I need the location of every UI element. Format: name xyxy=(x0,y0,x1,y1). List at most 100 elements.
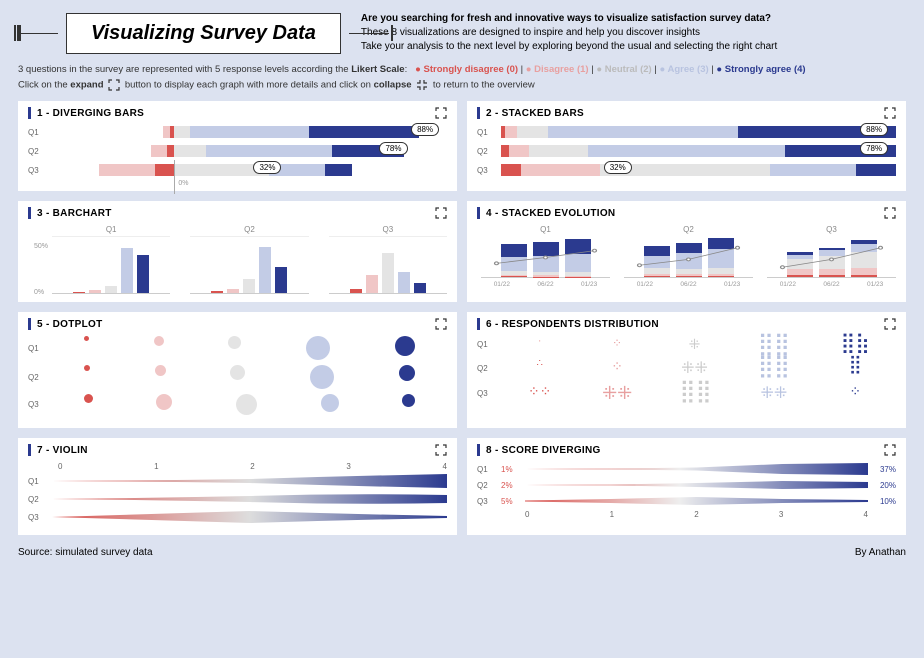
page-title: Visualizing Survey Data xyxy=(91,22,316,44)
legend-strongly-agree: ● Strongly agree (4) xyxy=(716,64,805,75)
expand-icon[interactable] xyxy=(435,318,447,330)
q-label: Q3 xyxy=(477,389,501,398)
info2-mid: button to display each graph with more d… xyxy=(125,80,374,91)
card-dotplot: 5 - DOTPLOT Q1 Q2 Q3 xyxy=(18,312,457,428)
left-pct: 2% xyxy=(501,481,525,490)
q-label: Q2 xyxy=(477,481,501,490)
y-tick: 50% xyxy=(34,243,48,250)
x-tick: 3 xyxy=(779,510,783,519)
info1-pre: 3 questions in the survey are represente… xyxy=(18,64,351,75)
card-title: 3 - BARCHART xyxy=(37,208,112,219)
card-stacked-evolution: 4 - STACKED EVOLUTION Q1 01/22 06/22 01/23… xyxy=(467,201,906,302)
right-pct: 10% xyxy=(868,497,896,506)
source-label: Source: simulated survey data xyxy=(18,547,153,558)
x-tick: 06/22 xyxy=(680,281,696,288)
q-label: Q1 xyxy=(477,340,501,349)
card-title: 5 - DOTPLOT xyxy=(37,319,103,330)
x-tick: 2 xyxy=(694,510,698,519)
likert-legend: ● Strongly disagree (0) | ● Disagree (1)… xyxy=(415,64,805,75)
q-label: Q3 xyxy=(28,400,52,409)
x-tick: 01/23 xyxy=(724,281,740,288)
expand-icon[interactable] xyxy=(435,444,447,456)
group-label: Q1 xyxy=(481,225,610,234)
card-title: 4 - STACKED EVOLUTION xyxy=(486,208,615,219)
group-label: Q1 xyxy=(52,225,170,234)
author-label: By Anathan xyxy=(855,547,906,558)
card-respondents-distribution: 6 - RESPONDENTS DISTRIBUTION Q1 ∙ ⁘ ⁜ ⣿⣿… xyxy=(467,312,906,428)
card-title: 6 - RESPONDENTS DISTRIBUTION xyxy=(486,319,659,330)
card-title: 2 - STACKED BARS xyxy=(486,108,584,119)
x-tick: 2 xyxy=(250,462,254,471)
x-tick: 1 xyxy=(154,462,158,471)
info2-pre: Click on the xyxy=(18,80,70,91)
expand-info: Click on the expand button to display ea… xyxy=(0,77,924,93)
likert-scale-label: Likert Scale xyxy=(351,64,404,75)
expand-icon[interactable] xyxy=(884,207,896,219)
x-tick: 06/22 xyxy=(823,281,839,288)
q-label: Q1 xyxy=(28,477,52,486)
x-tick: 1 xyxy=(610,510,614,519)
expand-icon xyxy=(108,79,120,91)
left-pct: 5% xyxy=(501,497,525,506)
stacked-evolution-chart: Q1 01/22 06/22 01/23 Q2 01/22 06/22 01/23 xyxy=(477,225,896,288)
q-label: Q2 xyxy=(28,147,52,156)
pct-badge: 78% xyxy=(860,142,888,155)
x-tick: 01/23 xyxy=(581,281,597,288)
zero-label: 0% xyxy=(178,180,188,187)
q-label: Q3 xyxy=(28,513,52,522)
card-score-diverging: 8 - SCORE DIVERGING Q11% 37% Q22% 20% Q3… xyxy=(467,438,906,535)
collapse-icon xyxy=(416,79,428,91)
x-tick: 01/22 xyxy=(780,281,796,288)
pct-badge: 78% xyxy=(379,142,407,155)
q-label: Q2 xyxy=(477,364,501,373)
subtitle-line2: Take your analysis to the next level by … xyxy=(361,41,777,52)
q-label: Q2 xyxy=(28,495,52,504)
respondents-chart: Q1 ∙ ⁘ ⁜ ⣿⣿ ⣿⣷ Q2 ∴ ⁘ ⁜⁜ ⣿⣿ ⣿ Q3 ⁘⁘ ⁜⁜ ⣿… xyxy=(477,336,896,404)
q-label: Q1 xyxy=(28,128,52,137)
group-label: Q2 xyxy=(624,225,753,234)
dotplot-chart: Q1 Q2 Q3 xyxy=(28,336,447,415)
score-diverging-chart: Q11% 37% Q22% 20% Q35% 10% 01234 xyxy=(477,462,896,519)
info2-post: to return to the overview xyxy=(433,80,535,91)
q-label: Q3 xyxy=(477,166,501,175)
pct-badge: 32% xyxy=(604,161,632,174)
group-label: Q2 xyxy=(190,225,308,234)
expand-icon[interactable] xyxy=(884,318,896,330)
legend-agree: ● Agree (3) xyxy=(659,64,708,75)
card-diverging-bars: 1 - DIVERGING BARS Q1 88% Q2 78% Q3 3 xyxy=(18,101,457,191)
q-label: Q3 xyxy=(28,166,52,175)
x-tick: 4 xyxy=(864,510,868,519)
expand-icon[interactable] xyxy=(435,107,447,119)
expand-icon[interactable] xyxy=(435,207,447,219)
x-tick: 06/22 xyxy=(537,281,553,288)
stacked-bars-chart: Q1 88% Q2 78% Q3 32% xyxy=(477,126,896,176)
card-stacked-bars: 2 - STACKED BARS Q1 88% Q2 78% Q3 32% xyxy=(467,101,906,191)
x-tick: 3 xyxy=(346,462,350,471)
q-label: Q3 xyxy=(477,497,501,506)
right-pct: 20% xyxy=(868,481,896,490)
q-label: Q1 xyxy=(28,344,52,353)
diverging-bars-chart: Q1 88% Q2 78% Q3 32% 0% xyxy=(28,126,447,176)
x-tick: 01/22 xyxy=(637,281,653,288)
legend-strongly-disagree: ● Strongly disagree (0) xyxy=(415,64,518,75)
title-box: Visualizing Survey Data xyxy=(66,13,341,54)
subtitle-bold: Are you searching for fresh and innovati… xyxy=(361,13,771,24)
expand-icon[interactable] xyxy=(884,444,896,456)
expand-label: expand xyxy=(70,80,103,91)
expand-icon[interactable] xyxy=(884,107,896,119)
q-label: Q2 xyxy=(28,373,52,382)
pct-badge: 32% xyxy=(253,161,281,174)
barchart-chart: 50% 0% Q1 Q2 Q3 xyxy=(28,225,447,294)
group-label: Q3 xyxy=(329,225,447,234)
header: Visualizing Survey Data Are you searchin… xyxy=(0,0,924,62)
card-barchart: 3 - BARCHART 50% 0% Q1 Q2 Q3 xyxy=(18,201,457,302)
title-container: Visualizing Survey Data xyxy=(66,13,341,54)
x-tick: 01/23 xyxy=(867,281,883,288)
subtitle-line1: These 8 visualizations are designed to i… xyxy=(361,27,700,38)
x-tick: 0 xyxy=(58,462,62,471)
x-tick: 0 xyxy=(525,510,529,519)
q-label: Q1 xyxy=(477,128,501,137)
card-violin: 7 - VIOLIN 01234 Q1 Q2 Q3 xyxy=(18,438,457,535)
q-label: Q2 xyxy=(477,147,501,156)
pct-badge: 88% xyxy=(860,123,888,136)
